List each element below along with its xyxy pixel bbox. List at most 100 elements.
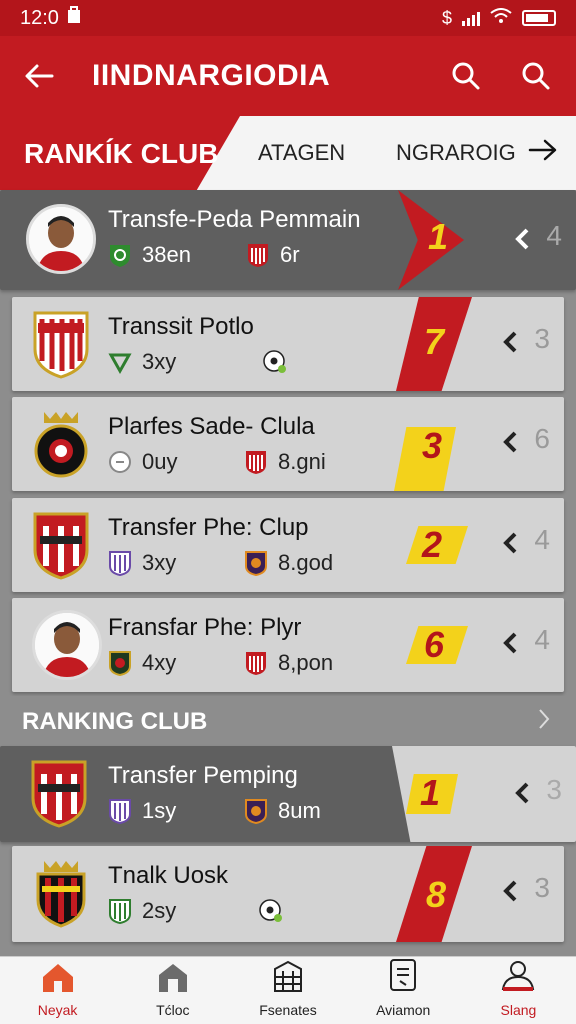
list-item[interactable]: Fransfar Phe: Plyr 4xy 8,pon 6 4 [12,598,564,692]
rank-number: 3 [422,425,443,466]
position-number: 3 [534,872,550,903]
row-name: Tnalk Uosk [108,862,229,889]
app-bar: IINDNARGIODIA [0,36,576,116]
rank-number: 1 [428,216,449,257]
stat-group: 4xy [108,650,177,677]
battery-icon [522,10,556,26]
row-name: Transfer Pemping [108,762,298,789]
back-arrow-icon[interactable] [20,57,58,95]
nav-label: Slang [500,1002,537,1018]
carrier-symbol: $ [441,7,452,28]
position-number: 3 [546,774,562,805]
status-time: 12:0 [20,6,59,29]
shield-icon [108,449,132,475]
arrow-right-icon[interactable] [528,138,558,167]
chevron-left-icon[interactable] [514,782,530,809]
club-crest-icon [244,650,268,676]
stat-value: 38en [142,242,191,267]
club-crest [32,510,90,580]
chevron-left-icon[interactable] [502,431,518,458]
position-number: 4 [546,220,562,251]
stat-group: 8.gni [244,449,326,475]
nav-item-slang[interactable]: Slang [461,957,576,1024]
wifi-icon [490,7,512,29]
club-crest [32,858,90,928]
home-icon [40,961,76,998]
chevron-left-icon[interactable] [502,532,518,559]
stat-value: 8um [278,798,321,823]
stat-group: 1sy [108,798,177,825]
stat-value: 8.gni [278,449,326,474]
stat-value: 3xy [142,349,177,374]
list-item[interactable]: Transsit Potlo 3xy 7 3 [12,297,564,391]
club-crest-icon [108,550,132,577]
chevron-right-icon[interactable] [538,708,550,735]
position-number: 6 [534,423,550,454]
position-number: 3 [534,323,550,354]
shield-icon [108,349,132,375]
chevron-left-icon[interactable] [502,632,518,659]
nav-item-aviamon[interactable]: Aviamon [346,957,461,1024]
stat-group: 0uy [108,449,177,475]
club-crest [32,409,90,479]
tab-atagen[interactable]: ATAGEN [258,140,345,166]
bottom-navigation: Neyak Tćloc Fsenates Aviamon Slang [0,956,576,1024]
stat-value: 1sy [142,798,177,823]
stat-value: 3xy [142,550,177,575]
nav-item-fsenates[interactable]: Fsenates [230,957,345,1024]
row-name: Transsit Potlo [108,313,254,340]
stat-group [258,898,282,924]
club-crest-icon [244,449,268,475]
stat-group: 38en [108,242,191,268]
club-crest-icon [246,242,270,268]
stat-group: 8.god [244,550,334,577]
club-crest-icon [108,650,132,677]
soccer-ball-icon [258,898,282,924]
house-outline-icon [156,961,190,998]
stat-value: 8.god [278,550,334,575]
stat-value: 4xy [142,650,177,675]
tab-ranking-club-label[interactable]: RANKÍK CLUB [24,138,218,170]
search-icon[interactable] [446,56,486,96]
stat-value: 8,pon [278,650,334,675]
tab-ngraroig[interactable]: NGRAROIG [396,140,516,166]
soccer-ball-icon [262,349,286,375]
rank-number: 1 [420,772,441,813]
nav-item-home[interactable]: Neyak [0,957,115,1024]
nav-label: Neyak [37,1002,78,1018]
tab-bar: RANKÍK CLUB ATAGEN NGRAROIG [0,116,576,190]
stat-group: 8,pon [244,650,333,676]
chevron-left-icon[interactable] [502,880,518,907]
profile-icon [499,959,537,998]
page-title: IINDNARGIODIA [92,59,331,92]
stat-group: 2sy [108,898,177,925]
club-crest [30,758,88,828]
list-item[interactable]: Plarfes Sade- Clula 0uy 8.gni 3 6 [12,397,564,491]
player-avatar [26,204,96,274]
list-item[interactable]: Transfer Pemping 1sy 8um 1 3 [0,746,576,842]
nav-item-tcloc[interactable]: Tćloc [115,957,230,1024]
rank-number: 8 [426,874,447,915]
club-crest-icon [244,550,268,577]
stat-value: 2sy [142,898,177,923]
position-number: 4 [534,524,550,555]
building-icon [271,959,305,998]
list-item[interactable]: Tnalk Uosk 2sy 8 3 [12,846,564,942]
list-item[interactable]: Transfer Phe: Clup 3xy 8.god 2 4 [12,498,564,592]
chevron-left-icon[interactable] [502,331,518,358]
rank-number: 2 [422,524,443,565]
row-name: Transfe-Peda Pemmain [108,206,361,233]
stat-group: 3xy [108,550,177,577]
row-name: Plarfes Sade- Clula [108,413,315,440]
search-icon[interactable] [516,56,556,96]
notification-icon [67,6,81,30]
row-name: Transfer Phe: Clup [108,514,309,541]
signal-icon [462,10,480,26]
status-bar: 12:0 $ [0,0,576,36]
nav-label: Tćloc [156,1002,190,1018]
position-number: 4 [534,624,550,655]
chevron-left-icon[interactable] [514,228,530,255]
section-header: RANKING CLUB [0,696,576,746]
stat-group [262,349,286,375]
list-item[interactable]: Transfe-Peda Pemmain 38en 6r 1 4 [0,190,576,290]
